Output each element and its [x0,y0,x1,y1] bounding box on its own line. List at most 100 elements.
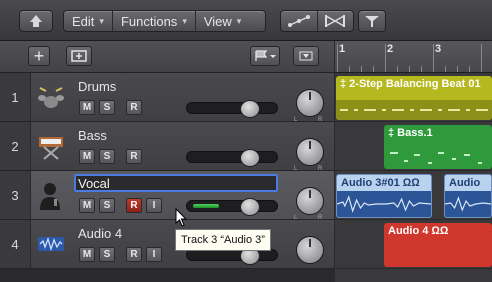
track-row-audio-4[interactable]: 4 Audio 4 M S R I [0,220,334,269]
tooltip: Track 3 “Audio 3” [175,229,271,251]
record-enable-button[interactable]: R [126,100,142,115]
beat-tick [457,66,458,72]
collapse-button[interactable] [293,46,319,66]
record-enable-button[interactable]: R [126,198,142,213]
bar-tick [481,44,482,72]
region-name: Audio 3#01 ΩΩ [341,177,420,189]
record-enable-button[interactable]: R [126,247,142,262]
track-lane[interactable]: ‡ Bass.1 [335,122,492,171]
audio-waveform [445,191,491,217]
fader-knob[interactable] [240,198,260,216]
mute-button[interactable]: M [79,198,95,213]
track-lane[interactable]: ‡ 2-Step Balancing Beat 01 [335,73,492,122]
beat-tick [373,66,374,72]
waveform-icon [38,236,64,252]
track-number: 2 [0,122,31,170]
solo-button[interactable]: S [99,198,115,213]
view-menu-label: View [203,13,232,29]
track-row-bass[interactable]: 2 Bass M S R L R [0,122,334,172]
timeline-ruler[interactable]: 1 2 3 [335,41,492,73]
chevron-down-icon: ▾ [99,15,104,26]
tracks-area[interactable]: ‡ 2-Step Balancing Beat 01 ‡ Bass.1 Audi… [335,73,492,282]
region-audio-4[interactable]: Audio 4 ΩΩ [384,223,492,267]
duplicate-track-button[interactable] [66,46,92,66]
volume-fader[interactable] [186,100,278,118]
duplicate-icon [71,50,87,62]
funnel-icon [365,16,379,27]
drum-kit-icon [38,87,64,108]
beat-tick [361,66,362,72]
audio-waveform [337,191,431,217]
region-name: Audio [449,177,481,189]
mute-button[interactable]: M [79,149,95,164]
region-name: ‡ Bass.1 [388,127,433,139]
control-bar: Edit ▾ Functions ▾ View ▾ [0,0,492,41]
record-enable-button[interactable]: R [126,149,142,164]
pan-knob[interactable] [296,89,324,117]
track-name[interactable]: Drums [78,79,116,94]
keyboard-synth-icon [39,137,63,160]
automation-points-icon [287,15,310,27]
flex-hourglass-icon [325,15,346,27]
region-audio-3-01[interactable]: Audio 3#01 ΩΩ [336,174,432,218]
region-bass[interactable]: ‡ Bass.1 [384,125,492,169]
catch-button[interactable] [358,10,386,32]
beat-tick [469,66,470,72]
region-audio[interactable]: Audio [444,174,492,218]
beat-tick [349,66,350,72]
beat-tick [421,66,422,72]
flex-view-button[interactable] [318,11,354,31]
track-list-header: + [0,41,334,73]
solo-button[interactable]: S [99,247,115,262]
track-name[interactable]: Audio 4 [78,226,122,241]
functions-menu-label: Functions [120,13,178,29]
view-menu[interactable]: View ▾ [196,11,249,31]
local-menu-bar: Edit ▾ Functions ▾ View ▾ [63,10,266,32]
mouse-pointer-icon [175,208,188,227]
track-lane[interactable]: Audio 3#01 ΩΩ Audio [335,171,492,220]
fader-knob[interactable] [240,149,260,167]
region-name: ‡ 2-Step Balancing Beat 01 [340,78,481,90]
track-number: 4 [0,220,31,268]
region-name: Audio 4 ΩΩ [388,225,449,237]
bar-tick [433,44,434,72]
input-monitor-button[interactable]: I [146,247,162,262]
volume-fader[interactable] [186,149,278,167]
track-settings-button[interactable] [250,46,280,66]
solo-button[interactable]: S [99,100,115,115]
region-drummer[interactable]: ‡ 2-Step Balancing Beat 01 [336,76,492,120]
beat-tick [445,66,446,72]
track-row-vocal[interactable]: 3 M S R I L R [0,171,334,221]
chevron-down-icon: ▾ [236,15,242,26]
up-arrow-icon [30,15,42,27]
track-lane[interactable]: Audio 4 ΩΩ [335,220,492,269]
flag-icon [255,50,276,61]
mute-button[interactable]: M [79,247,95,262]
automation-curve-button[interactable] [281,11,318,31]
track-row-drums[interactable]: 1 Drums M S R L R [0,73,334,123]
pan-knob[interactable] [296,187,324,215]
bar-tick [337,44,338,72]
mute-button[interactable]: M [79,100,95,115]
go-up-button[interactable] [19,10,53,32]
pan-knob[interactable] [296,236,324,264]
add-track-button[interactable]: + [28,46,50,66]
track-number: 1 [0,73,31,121]
functions-menu[interactable]: Functions ▾ [113,11,196,31]
track-name-field[interactable] [74,174,278,192]
pan-knob[interactable] [296,138,324,166]
triangle-down-icon [299,51,313,61]
bar-number: 3 [435,43,442,55]
track-name[interactable]: Bass [78,128,107,143]
edit-menu[interactable]: Edit ▾ [64,11,113,31]
chevron-down-icon: ▾ [182,15,187,26]
solo-button[interactable]: S [99,149,115,164]
fader-knob[interactable] [240,100,260,118]
bar-number: 2 [387,43,394,55]
level-meter [193,204,219,208]
input-monitor-button[interactable]: I [146,198,162,213]
automation-tools [280,10,354,32]
beat-tick [409,66,410,72]
drum-pattern [336,100,492,120]
volume-fader[interactable] [186,198,278,216]
